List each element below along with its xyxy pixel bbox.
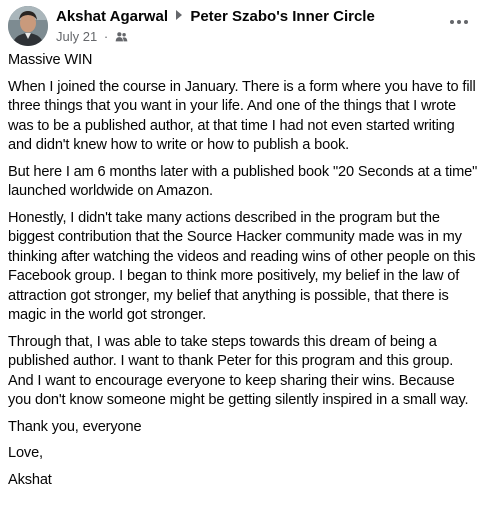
avatar-photo [8, 6, 48, 46]
group-name[interactable]: Peter Szabo's Inner Circle [190, 8, 374, 25]
caret-right-icon [176, 10, 183, 20]
post-date[interactable]: July 21 [56, 29, 97, 44]
post-paragraph: Massive WIN [8, 52, 93, 68]
meta-separator: · [103, 29, 109, 44]
post-paragraph: When I joined the course in January. The… [8, 78, 476, 154]
ellipsis-icon[interactable] [444, 10, 474, 34]
author-avatar[interactable] [8, 6, 48, 46]
post-paragraph: Akshat [8, 471, 52, 488]
post-paragraph: Love, [8, 445, 43, 461]
post-body: Massive WIN When I joined the course in … [8, 51, 478, 497]
post-paragraph: Through that, I was able to take steps t… [8, 333, 469, 409]
group-members-icon[interactable] [115, 30, 128, 47]
author-name[interactable]: Akshat Agarwal [56, 8, 168, 25]
post-paragraph: Honestly, I didn't take many actions des… [8, 209, 476, 324]
post-paragraph: Thank you, everyone [8, 418, 142, 435]
post-meta: July 21 · [56, 29, 128, 47]
post-paragraph: But here I am 6 months later with a publ… [8, 163, 478, 200]
post-header: Akshat Agarwal Peter Szabo's Inner Circl… [56, 8, 375, 26]
post-card: Akshat Agarwal Peter Szabo's Inner Circl… [0, 0, 485, 509]
